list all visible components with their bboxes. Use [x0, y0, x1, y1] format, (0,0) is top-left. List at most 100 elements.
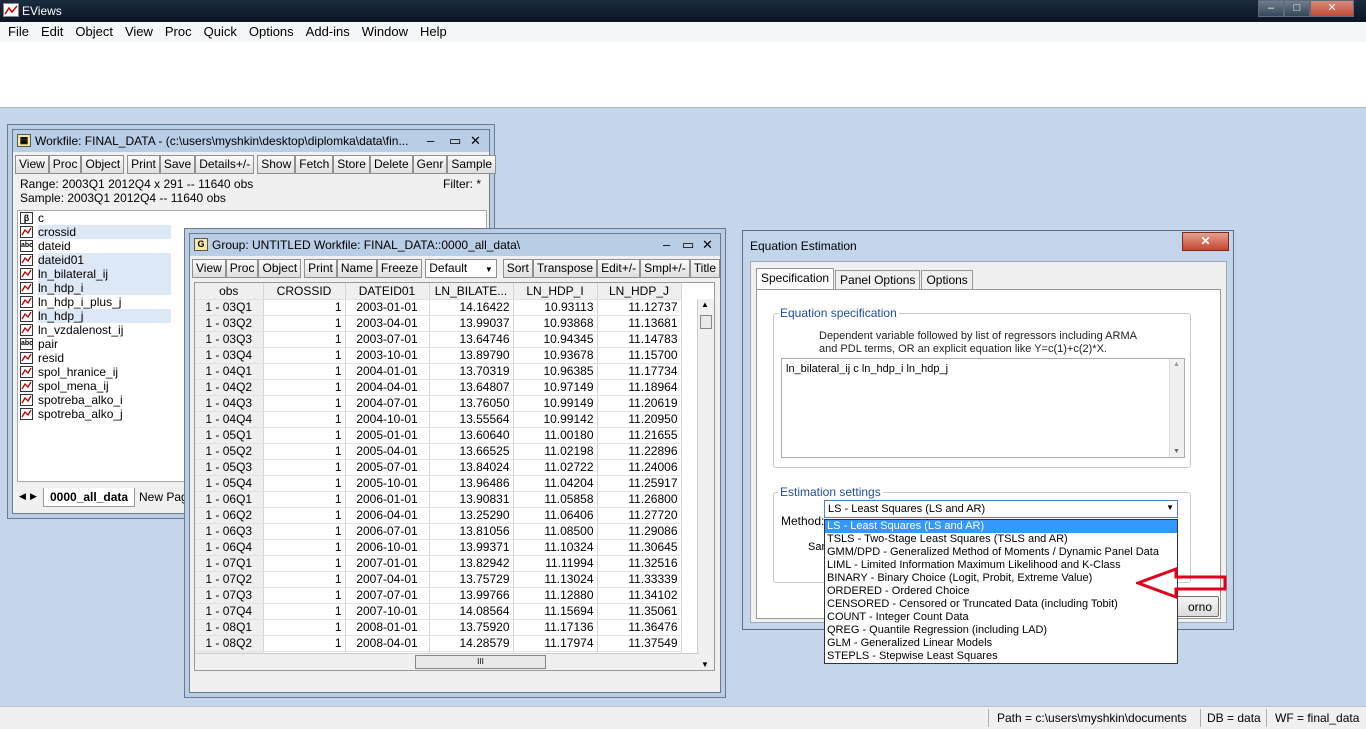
wf-sample-button[interactable]: Sample	[447, 155, 497, 174]
table-cell[interactable]: 1	[263, 539, 346, 556]
table-cell[interactable]: 13.75729	[429, 571, 514, 588]
grp-transpose-button[interactable]: Transpose	[532, 259, 598, 278]
table-cell[interactable]: 13.76050	[429, 395, 514, 412]
grp-title-button[interactable]: Title	[689, 259, 720, 278]
table-cell[interactable]: 13.89790	[429, 347, 514, 364]
table-cell[interactable]: 11.02198	[513, 443, 598, 460]
menu-proc[interactable]: Proc	[159, 22, 198, 42]
table-cell[interactable]: 11.26800	[597, 491, 682, 508]
table-cell[interactable]: 13.75920	[429, 619, 514, 636]
table-cell[interactable]: 1	[263, 363, 346, 380]
table-cell[interactable]: 10.99149	[513, 395, 598, 412]
minimize-icon[interactable]: –	[663, 237, 670, 252]
table-cell[interactable]: 1	[263, 555, 346, 572]
menu-options[interactable]: Options	[243, 22, 300, 42]
row-header[interactable]: 1 - 04Q1	[195, 363, 264, 380]
wf-genr-button[interactable]: Genr	[412, 155, 448, 174]
table-cell[interactable]: 2004-01-01	[345, 363, 430, 380]
grp-name-button[interactable]: Name	[336, 259, 377, 278]
row-header[interactable]: 1 - 06Q3	[195, 523, 264, 540]
table-cell[interactable]: 1	[263, 603, 346, 620]
table-cell[interactable]: 1	[263, 347, 346, 364]
scroll-down-icon[interactable]: ▼	[1173, 448, 1180, 455]
wf-proc-button[interactable]: Proc	[48, 155, 82, 174]
table-cell[interactable]: 1	[263, 491, 346, 508]
table-cell[interactable]: 11.21655	[597, 427, 682, 444]
grp-proc-button[interactable]: Proc	[225, 259, 259, 278]
row-header[interactable]: 1 - 06Q1	[195, 491, 264, 508]
table-cell[interactable]: 11.10324	[513, 539, 598, 556]
wf-fetch-button[interactable]: Fetch	[295, 155, 334, 174]
table-cell[interactable]: 2007-01-01	[345, 555, 430, 572]
table-cell[interactable]: 13.90831	[429, 491, 514, 508]
table-cell[interactable]: 1	[263, 411, 346, 428]
row-header[interactable]: 1 - 04Q4	[195, 411, 264, 428]
table-cell[interactable]: 2005-07-01	[345, 459, 430, 476]
table-cell[interactable]: 13.99037	[429, 315, 514, 332]
table-cell[interactable]: 2008-01-01	[345, 619, 430, 636]
grp-sort-button[interactable]: Sort	[502, 259, 533, 278]
grp-view-button[interactable]: View	[192, 259, 226, 278]
table-cell[interactable]: 13.25290	[429, 507, 514, 524]
table-cell[interactable]: 10.94345	[513, 331, 598, 348]
menu-window[interactable]: Window	[356, 22, 414, 42]
table-cell[interactable]: 11.02722	[513, 459, 598, 476]
vertical-scrollbar[interactable]: ▲ ▼	[697, 299, 714, 670]
table-cell[interactable]: 1	[263, 587, 346, 604]
minimize-icon[interactable]: –	[427, 133, 434, 148]
grp-object-button[interactable]: Object	[258, 259, 302, 278]
method-option[interactable]: TSLS - Two-Stage Least Squares (TSLS and…	[825, 533, 1177, 546]
table-cell[interactable]: 1	[263, 619, 346, 636]
table-cell[interactable]: 2004-07-01	[345, 395, 430, 412]
table-cell[interactable]: 13.99371	[429, 539, 514, 556]
table-cell[interactable]: 11.29086	[597, 523, 682, 540]
table-cell[interactable]: 1	[263, 315, 346, 332]
grp-format-dropdown[interactable]: Default ▼	[425, 259, 497, 278]
minimize-button[interactable]: –	[1258, 0, 1284, 17]
menu-quick[interactable]: Quick	[198, 22, 243, 42]
table-cell[interactable]: 2006-04-01	[345, 507, 430, 524]
table-cell[interactable]: 11.06406	[513, 507, 598, 524]
table-cell[interactable]: 10.96385	[513, 363, 598, 380]
row-header[interactable]: 1 - 03Q1	[195, 299, 264, 316]
row-header[interactable]: 1 - 04Q2	[195, 379, 264, 396]
table-cell[interactable]: 11.17974	[513, 635, 598, 652]
table-cell[interactable]: 11.22896	[597, 443, 682, 460]
table-cell[interactable]: 2005-01-01	[345, 427, 430, 444]
equation-text-field[interactable]: ln_bilateral_ij c ln_hdp_i ln_hdp_j ▲ ▼	[781, 358, 1185, 458]
row-header[interactable]: 1 - 07Q2	[195, 571, 264, 588]
table-cell[interactable]: 1	[263, 635, 346, 652]
horizontal-scroll-thumb[interactable]: III	[415, 655, 546, 669]
table-cell[interactable]: 1	[263, 475, 346, 492]
dialog-close-button[interactable]: ✕	[1182, 232, 1229, 251]
method-select[interactable]: LS - Least Squares (LS and AR) ▼	[824, 500, 1178, 518]
table-cell[interactable]: 11.17734	[597, 363, 682, 380]
table-cell[interactable]: 2004-10-01	[345, 411, 430, 428]
table-cell[interactable]: 13.81056	[429, 523, 514, 540]
grp-freeze-button[interactable]: Freeze	[376, 259, 423, 278]
menu-add-ins[interactable]: Add-ins	[300, 22, 356, 42]
menu-view[interactable]: View	[119, 22, 159, 42]
table-cell[interactable]: 2007-10-01	[345, 603, 430, 620]
table-cell[interactable]: 2003-01-01	[345, 299, 430, 316]
method-option[interactable]: BINARY - Binary Choice (Logit, Probit, E…	[825, 572, 1177, 585]
table-cell[interactable]: 13.82942	[429, 555, 514, 572]
wf-print-button[interactable]: Print	[127, 155, 160, 174]
maximize-button[interactable]: □	[1284, 0, 1310, 17]
table-cell[interactable]: 2003-04-01	[345, 315, 430, 332]
table-cell[interactable]: 2004-04-01	[345, 379, 430, 396]
menu-file[interactable]: File	[2, 22, 35, 42]
menu-help[interactable]: Help	[414, 22, 453, 42]
table-cell[interactable]: 13.55564	[429, 411, 514, 428]
table-cell[interactable]: 11.17136	[513, 619, 598, 636]
table-cell[interactable]: 11.20619	[597, 395, 682, 412]
table-cell[interactable]: 11.15700	[597, 347, 682, 364]
workfile-object-item[interactable]: βc	[18, 211, 486, 225]
table-cell[interactable]: 1	[263, 443, 346, 460]
table-cell[interactable]: 10.93868	[513, 315, 598, 332]
row-header[interactable]: 1 - 03Q2	[195, 315, 264, 332]
table-cell[interactable]: 10.93678	[513, 347, 598, 364]
table-cell[interactable]: 11.34102	[597, 587, 682, 604]
table-cell[interactable]: 11.04204	[513, 475, 598, 492]
row-header[interactable]: 1 - 05Q3	[195, 459, 264, 476]
